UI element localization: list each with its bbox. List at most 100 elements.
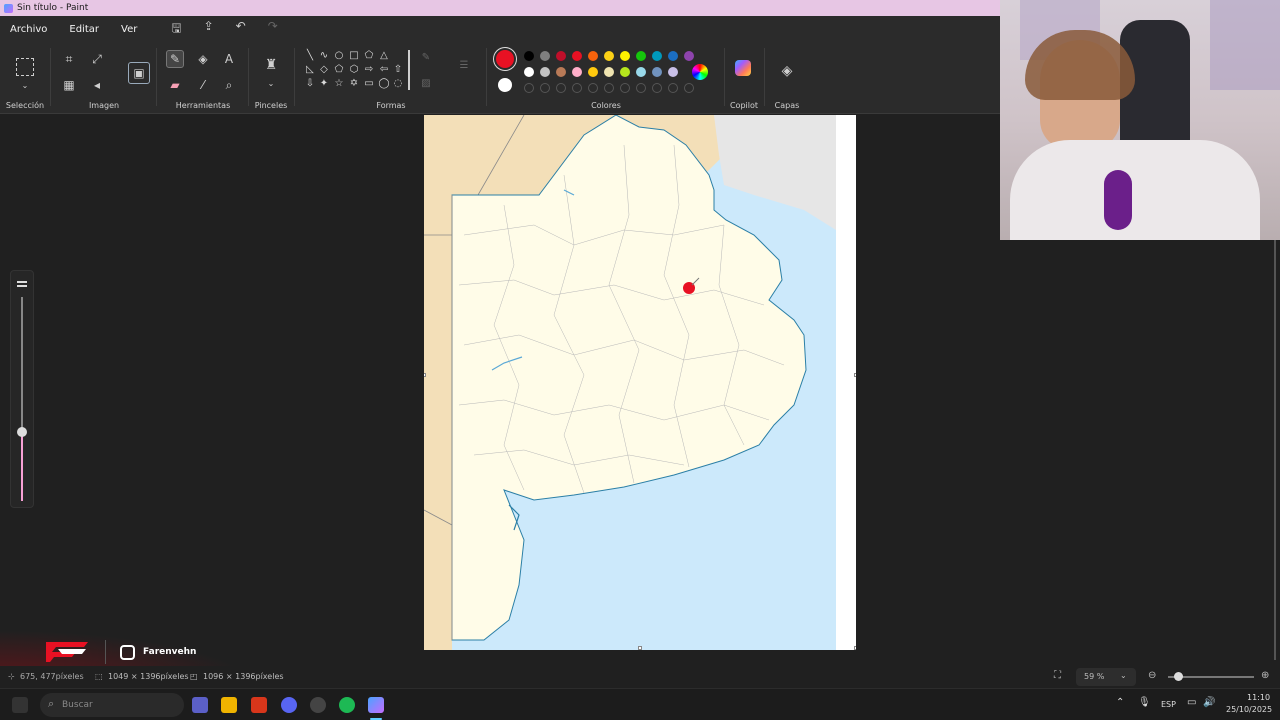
brush-size-slider[interactable]	[10, 270, 34, 508]
undo-icon[interactable]: ↶	[236, 19, 246, 40]
color-swatch[interactable]	[556, 67, 566, 77]
oval-shape-icon[interactable]: ○	[333, 50, 345, 62]
zoom-out-icon[interactable]: ⊖	[1148, 670, 1156, 681]
zoom-slider-thumb[interactable]	[1174, 672, 1183, 681]
image-creator-icon[interactable]: ▣	[128, 62, 150, 84]
color-swatch[interactable]	[540, 51, 550, 61]
star5-shape-icon[interactable]: ☆	[333, 78, 345, 90]
zoom-select[interactable]: 59 % ⌄	[1076, 668, 1136, 686]
clock-date[interactable]: 25/10/2025	[1226, 705, 1272, 714]
network-icon[interactable]: ▭	[1187, 697, 1196, 708]
vertical-scrollbar[interactable]	[1274, 240, 1276, 660]
spotify-icon[interactable]	[339, 697, 355, 713]
resize-handle-left[interactable]	[424, 373, 426, 377]
secondary-color-swatch[interactable]	[498, 78, 512, 92]
color-swatch[interactable]	[556, 51, 566, 61]
share-icon[interactable]: ⇪	[204, 19, 214, 40]
line-shape-icon[interactable]: ╲	[304, 50, 316, 62]
star6-shape-icon[interactable]: ✡	[348, 78, 360, 90]
copilot-icon[interactable]	[735, 60, 751, 76]
shapes-scrollbar[interactable]	[408, 50, 410, 90]
search-box[interactable]: ⌕ Buscar	[40, 693, 184, 717]
edit-colors-icon[interactable]	[692, 64, 708, 80]
star4-shape-icon[interactable]: ✦	[318, 78, 330, 90]
curve-shape-icon[interactable]: ∿	[318, 50, 330, 62]
hexagon-shape-icon[interactable]: ⬡	[348, 64, 360, 76]
eraser-icon[interactable]: ▰	[166, 76, 184, 94]
callout-rect-shape-icon[interactable]: ▭	[363, 78, 375, 90]
polygon-shape-icon[interactable]: ⬠	[363, 50, 375, 62]
task-view-icon[interactable]	[192, 697, 208, 713]
color-swatch[interactable]	[540, 67, 550, 77]
custom-color-slot[interactable]	[588, 83, 598, 93]
color-swatch[interactable]	[524, 51, 534, 61]
custom-color-slot[interactable]	[556, 83, 566, 93]
color-swatch[interactable]	[636, 67, 646, 77]
custom-color-slot[interactable]	[524, 83, 534, 93]
custom-color-slot[interactable]	[572, 83, 582, 93]
custom-color-slot[interactable]	[540, 83, 550, 93]
color-swatch[interactable]	[668, 67, 678, 77]
custom-color-slot[interactable]	[684, 83, 694, 93]
chatgpt-icon[interactable]	[310, 697, 326, 713]
color-swatch[interactable]	[572, 51, 582, 61]
fill-icon[interactable]: ◈	[194, 50, 212, 68]
color-swatch[interactable]	[668, 51, 678, 61]
color-swatch[interactable]	[620, 51, 630, 61]
clock-time[interactable]: 11:10	[1247, 693, 1270, 702]
pencil-icon[interactable]: ✎	[166, 50, 184, 68]
file-explorer-icon[interactable]	[221, 697, 237, 713]
custom-color-slot[interactable]	[620, 83, 630, 93]
color-swatch[interactable]	[652, 51, 662, 61]
color-swatch[interactable]	[524, 67, 534, 77]
color-swatch[interactable]	[604, 67, 614, 77]
color-swatch[interactable]	[588, 51, 598, 61]
start-icon[interactable]	[12, 697, 28, 713]
color-swatch[interactable]	[604, 51, 614, 61]
select-rect-icon[interactable]	[16, 58, 34, 76]
resize-icon[interactable]: ⤢	[88, 50, 106, 68]
language-indicator[interactable]: ESP	[1161, 700, 1176, 709]
right-triangle-shape-icon[interactable]: ◺	[304, 64, 316, 76]
slider-thumb[interactable]	[17, 427, 27, 437]
volume-icon[interactable]: 🔊	[1203, 697, 1215, 708]
resize-handle-right[interactable]	[854, 373, 856, 377]
flip-icon[interactable]: ◂	[88, 76, 106, 94]
arrow-down-shape-icon[interactable]: ⇩	[304, 78, 316, 90]
fit-screen-icon[interactable]: ⛶	[1054, 670, 1061, 681]
callout-cloud-shape-icon[interactable]: ◌	[392, 78, 404, 90]
layers-icon[interactable]: ◈	[778, 62, 796, 80]
rect-shape-icon[interactable]: □	[348, 50, 360, 62]
paint-canvas[interactable]	[424, 115, 856, 650]
diamond-shape-icon[interactable]: ◇	[318, 64, 330, 76]
color-swatch[interactable]	[684, 51, 694, 61]
arrow-right-shape-icon[interactable]: ⇨	[363, 64, 375, 76]
resize-handle-bottom[interactable]	[638, 646, 642, 650]
paint-taskbar-icon[interactable]	[368, 697, 384, 713]
chevron-down-icon[interactable]: ⌄	[262, 74, 280, 92]
menu-edit[interactable]: Editar	[69, 24, 99, 35]
remove-bg-icon[interactable]: ▦	[60, 76, 78, 94]
custom-color-slot[interactable]	[652, 83, 662, 93]
color-picker-icon[interactable]: ⁄	[194, 76, 212, 94]
triangle-shape-icon[interactable]: △	[378, 50, 390, 62]
redo-icon[interactable]: ↷	[268, 19, 278, 40]
brush-icon[interactable]: ♜	[262, 56, 280, 74]
pentagon-shape-icon[interactable]: ⬠	[333, 64, 345, 76]
primary-color-swatch[interactable]	[496, 50, 514, 68]
color-swatch[interactable]	[636, 51, 646, 61]
save-icon[interactable]: 🖫	[171, 19, 181, 40]
zoom-in-icon[interactable]: ⊕	[1261, 670, 1269, 681]
crop-icon[interactable]: ⌗	[60, 50, 78, 68]
color-swatch[interactable]	[572, 67, 582, 77]
brave-browser-icon[interactable]	[251, 697, 267, 713]
arrow-up-shape-icon[interactable]: ⇧	[392, 64, 404, 76]
menu-view[interactable]: Ver	[121, 24, 137, 35]
discord-icon[interactable]	[281, 697, 297, 713]
custom-color-slot[interactable]	[604, 83, 614, 93]
custom-color-slot[interactable]	[636, 83, 646, 93]
chevron-down-icon[interactable]: ⌄	[16, 76, 34, 94]
arrow-left-shape-icon[interactable]: ⇦	[378, 64, 390, 76]
color-swatch[interactable]	[620, 67, 630, 77]
magnifier-icon[interactable]: ⌕	[220, 76, 238, 94]
